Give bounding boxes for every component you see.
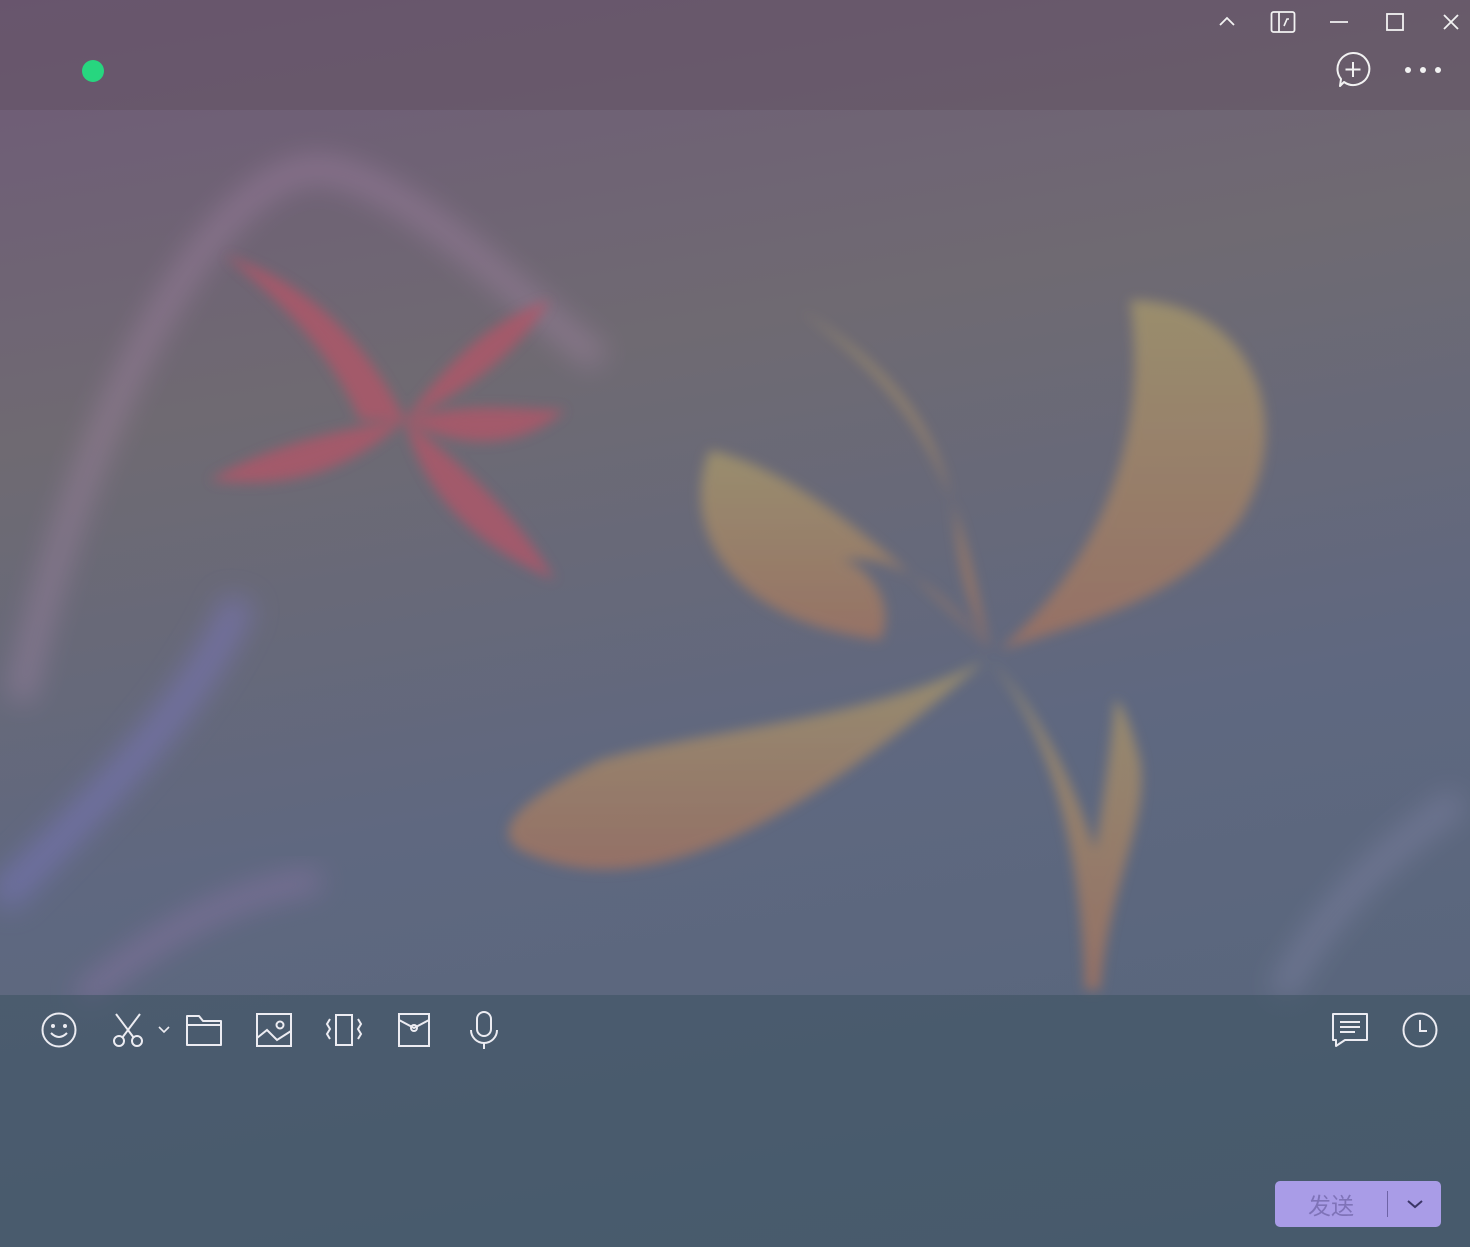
collapse-button[interactable] [1211, 6, 1243, 38]
send-button[interactable]: 发送 [1275, 1181, 1387, 1227]
online-status-dot [82, 60, 104, 82]
send-file-button[interactable] [184, 1010, 224, 1050]
pin-panel-icon [1270, 11, 1296, 33]
chat-history-button[interactable] [1330, 1010, 1370, 1050]
maximize-button[interactable] [1379, 6, 1411, 38]
emoji-button[interactable] [39, 1010, 79, 1050]
red-packet-button[interactable] [394, 1010, 434, 1050]
message-list[interactable] [0, 110, 1470, 995]
minimize-icon [1330, 21, 1348, 23]
title-bar [0, 0, 1470, 110]
chevron-up-icon [1219, 16, 1235, 26]
image-icon [256, 1013, 292, 1047]
close-button[interactable] [1435, 6, 1467, 38]
new-chat-button[interactable] [1333, 50, 1373, 90]
folder-icon [186, 1015, 222, 1046]
chat-window: 发送 [0, 0, 1470, 1247]
red-packet-icon [398, 1013, 430, 1047]
new-chat-icon [1336, 51, 1371, 87]
close-icon [1443, 14, 1459, 30]
send-image-button[interactable] [254, 1010, 294, 1050]
chevron-down-icon [1406, 1200, 1423, 1209]
chevron-down-icon [158, 1026, 170, 1034]
vibrate-icon [325, 1014, 363, 1046]
maximize-icon [1386, 13, 1404, 31]
message-input[interactable] [40, 1065, 1434, 1174]
clock-icon [1402, 1012, 1438, 1048]
microphone-icon [470, 1011, 498, 1049]
send-options-button[interactable] [1388, 1181, 1441, 1227]
screenshot-options-button[interactable] [154, 1010, 174, 1050]
minimize-button[interactable] [1323, 6, 1355, 38]
screenshot-scissors-icon [113, 1013, 143, 1047]
send-button-group: 发送 [1275, 1181, 1441, 1227]
chat-history-icon [1332, 1013, 1368, 1047]
screenshot-button[interactable] [108, 1010, 148, 1050]
pin-panel-button[interactable] [1267, 6, 1299, 38]
more-button[interactable] [1403, 50, 1443, 90]
nudge-button[interactable] [324, 1010, 364, 1050]
voice-button[interactable] [464, 1010, 504, 1050]
emoji-icon [41, 1012, 77, 1048]
more-icon [1405, 67, 1441, 73]
schedule-button[interactable] [1400, 1010, 1440, 1050]
